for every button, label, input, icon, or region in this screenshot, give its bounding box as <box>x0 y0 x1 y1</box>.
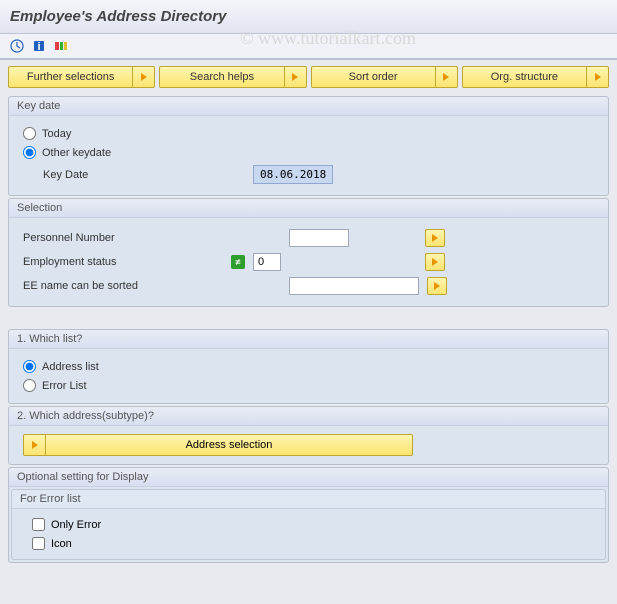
employment-multiselect-button[interactable] <box>425 253 445 271</box>
svg-text:i: i <box>37 41 40 53</box>
org-structure-label: Org. structure <box>463 71 586 83</box>
search-helps-label: Search helps <box>160 71 283 83</box>
info-icon[interactable]: i <box>32 39 46 53</box>
employment-status-label: Employment status <box>23 256 223 268</box>
arrow-right-icon <box>432 234 438 242</box>
ee-name-input[interactable] <box>289 277 419 295</box>
arrow-right-icon <box>24 435 46 455</box>
arrow-right-icon <box>435 67 457 87</box>
for-error-list-title: For Error list <box>12 490 605 509</box>
personnel-multiselect-button[interactable] <box>425 229 445 247</box>
sort-order-label: Sort order <box>312 71 435 83</box>
icon-label: Icon <box>51 538 72 550</box>
execute-icon[interactable] <box>10 39 24 53</box>
arrow-right-icon <box>284 67 306 87</box>
optional-display-group: Optional setting for Display For Error l… <box>8 467 609 563</box>
arrow-right-icon <box>132 67 154 87</box>
address-selection-label: Address selection <box>46 439 412 451</box>
other-keydate-label: Other keydate <box>42 147 111 159</box>
sort-order-button[interactable]: Sort order <box>311 66 458 88</box>
further-selections-button[interactable]: Further selections <box>8 66 155 88</box>
other-keydate-radio[interactable] <box>23 146 36 159</box>
for-error-list-subgroup: For Error list Only Error Icon <box>11 489 606 560</box>
keydate-value[interactable]: 08.06.2018 <box>253 165 333 184</box>
error-list-label: Error List <box>42 380 87 392</box>
address-list-label: Address list <box>42 361 99 373</box>
icon-checkbox[interactable] <box>32 537 45 550</box>
personnel-number-input[interactable] <box>289 229 349 247</box>
layout-icon[interactable] <box>54 39 68 53</box>
org-structure-button[interactable]: Org. structure <box>462 66 609 88</box>
selection-group-title: Selection <box>9 199 608 218</box>
search-helps-button[interactable]: Search helps <box>159 66 306 88</box>
not-equal-icon[interactable]: ≠ <box>231 255 245 269</box>
ee-name-label: EE name can be sorted <box>23 280 223 292</box>
keydate-group-title: Key date <box>9 97 608 116</box>
title-bar: Employee's Address Directory <box>0 0 617 34</box>
optional-display-title: Optional setting for Display <box>9 468 608 487</box>
error-list-radio[interactable] <box>23 379 36 392</box>
which-list-group: 1. Which list? Address list Error List <box>8 329 609 404</box>
arrow-right-icon <box>586 67 608 87</box>
eename-multiselect-button[interactable] <box>427 277 447 295</box>
today-label: Today <box>42 128 71 140</box>
which-address-title: 2. Which address(subtype)? <box>9 407 608 426</box>
keydate-group: Key date Today Other keydate Key Date 08… <box>8 96 609 196</box>
arrow-right-icon <box>434 282 440 290</box>
further-selections-label: Further selections <box>9 71 132 83</box>
which-list-title: 1. Which list? <box>9 330 608 349</box>
selection-group: Selection Personnel Number Employment st… <box>8 198 609 307</box>
page-title: Employee's Address Directory <box>10 8 607 25</box>
address-selection-button[interactable]: Address selection <box>23 434 413 456</box>
employment-status-input[interactable] <box>253 253 281 271</box>
which-address-group: 2. Which address(subtype)? Address selec… <box>8 406 609 465</box>
personnel-number-label: Personnel Number <box>23 232 223 244</box>
address-list-radio[interactable] <box>23 360 36 373</box>
only-error-checkbox[interactable] <box>32 518 45 531</box>
keydate-field-label: Key Date <box>43 169 183 181</box>
action-button-row: Further selections Search helps Sort ord… <box>0 60 617 94</box>
today-radio[interactable] <box>23 127 36 140</box>
only-error-label: Only Error <box>51 519 101 531</box>
arrow-right-icon <box>432 258 438 266</box>
toolbar: i <box>0 34 617 60</box>
